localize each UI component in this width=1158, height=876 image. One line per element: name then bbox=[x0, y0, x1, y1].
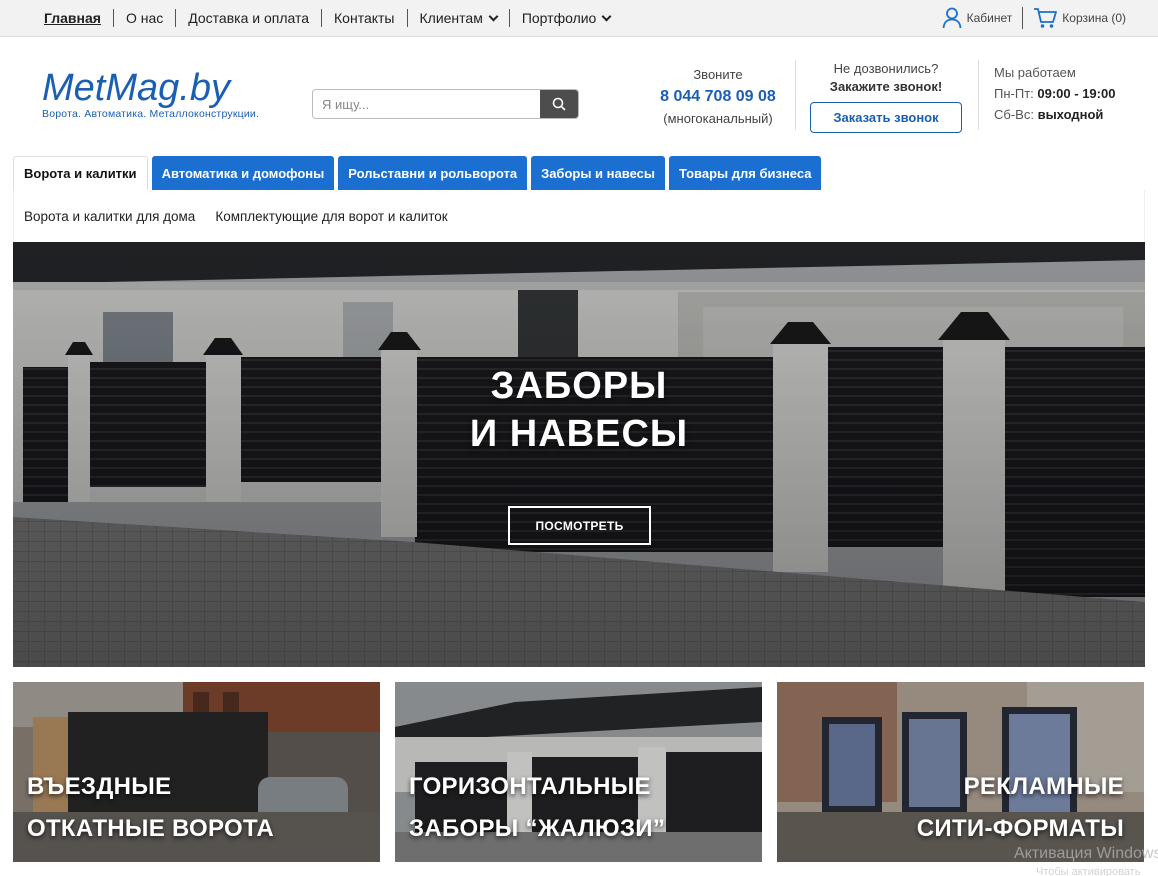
divider bbox=[978, 60, 979, 130]
nav-link-label: Доставка и оплата bbox=[188, 10, 310, 26]
phone-block: Звоните 8 044 708 09 08 (многоканальный) bbox=[648, 64, 788, 130]
chevron-down-icon bbox=[601, 11, 612, 21]
chevron-down-icon bbox=[488, 11, 499, 21]
nav-link-label: Главная bbox=[44, 10, 101, 26]
promo-card-title: РЕКЛАМНЫЕ СИТИ-ФОРМАТЫ bbox=[917, 766, 1124, 850]
phone-number-link[interactable]: 8 044 708 09 08 bbox=[660, 88, 776, 105]
nav-link-delivery[interactable]: Доставка и оплата bbox=[175, 9, 321, 27]
promo-card-title-line: ВЪЕЗДНЫЕ bbox=[27, 773, 172, 800]
hero-title: ЗАБОРЫ И НАВЕСЫ bbox=[13, 362, 1145, 458]
callback-question: Не дозвонились? bbox=[833, 61, 939, 76]
cart-link[interactable]: Корзина (0) bbox=[1023, 7, 1126, 29]
hero-title-line: ЗАБОРЫ bbox=[490, 365, 668, 407]
callback-prompt: Закажите звонок! bbox=[829, 79, 943, 94]
tab-fences[interactable]: Заборы и навесы bbox=[531, 156, 665, 190]
nav-link-label: Портфолио bbox=[521, 10, 597, 26]
nav-link-label: Контакты bbox=[334, 10, 395, 26]
hours-label: Пн-Пт: bbox=[994, 86, 1034, 101]
promo-card-title-line: ЗАБОРЫ “ЖАЛЮЗИ” bbox=[409, 815, 666, 842]
search-button[interactable] bbox=[540, 90, 578, 118]
promo-card-sliding-gates[interactable]: ВЪЕЗДНЫЕ ОТКАТНЫЕ ВОРОТА bbox=[13, 682, 380, 862]
nav-link-contacts[interactable]: Контакты bbox=[321, 9, 406, 27]
promo-card-city-formats[interactable]: РЕКЛАМНЫЕ СИТИ-ФОРМАТЫ bbox=[777, 682, 1144, 862]
phone-caption: Звоните bbox=[693, 67, 743, 82]
hours-value: 09:00 - 19:00 bbox=[1037, 86, 1116, 101]
hero-title-line: И НАВЕСЫ bbox=[469, 413, 689, 455]
promo-card-louvre-fences[interactable]: ГОРИЗОНТАЛЬНЫЕ ЗАБОРЫ “ЖАЛЮЗИ” bbox=[395, 682, 762, 862]
phone-note: (многоканальный) bbox=[663, 111, 773, 126]
user-icon bbox=[942, 7, 962, 29]
promo-card-title: ГОРИЗОНТАЛЬНЫЕ ЗАБОРЫ “ЖАЛЮЗИ” bbox=[409, 766, 665, 850]
view-button[interactable]: ПОСМОТРЕТЬ bbox=[508, 506, 651, 545]
hours-label: Сб-Вс: bbox=[994, 107, 1034, 122]
nav-link-label: О нас bbox=[125, 10, 164, 26]
order-call-button[interactable]: Заказать звонок bbox=[810, 102, 962, 133]
account-links: Кабинет Корзина (0) bbox=[942, 0, 1126, 36]
cart-icon bbox=[1034, 8, 1058, 28]
os-activation-watermark: Активация Windows bbox=[1014, 845, 1158, 862]
nav-dropdown-clients[interactable]: Клиентам bbox=[406, 9, 509, 27]
tab-gates[interactable]: Ворота и калитки bbox=[13, 156, 148, 190]
hours-title: Мы работаем bbox=[994, 65, 1076, 80]
divider bbox=[795, 60, 796, 130]
search-box bbox=[312, 89, 579, 119]
promo-card-title-line: ОТКАТНЫЕ ВОРОТА bbox=[27, 815, 275, 842]
nav-dropdown-portfolio[interactable]: Портфолио bbox=[508, 9, 623, 27]
nav-link-label: Клиентам bbox=[419, 10, 483, 26]
nav-link-home[interactable]: Главная bbox=[32, 9, 113, 27]
hours-value: выходной bbox=[1037, 107, 1104, 122]
logo-wordmark: MetMag.by bbox=[42, 67, 230, 109]
cabinet-link[interactable]: Кабинет bbox=[942, 7, 1024, 29]
category-tabs: Ворота и калитки Автоматика и домофоны Р… bbox=[13, 156, 825, 190]
tab-business[interactable]: Товары для бизнеса bbox=[668, 156, 822, 190]
promo-card-title: ВЪЕЗДНЫЕ ОТКАТНЫЕ ВОРОТА bbox=[27, 766, 274, 850]
hours-weekend: Сб-Вс: выходной bbox=[994, 104, 1144, 125]
promo-card-title-line: ГОРИЗОНТАЛЬНЫЕ bbox=[409, 773, 651, 800]
search-input[interactable] bbox=[313, 90, 540, 118]
hours-weekdays: Пн-Пт: 09:00 - 19:00 bbox=[994, 83, 1144, 104]
search-icon bbox=[552, 97, 566, 111]
top-navigation: Главная О нас Доставка и оплата Контакты… bbox=[32, 0, 622, 36]
cabinet-label: Кабинет bbox=[966, 11, 1013, 25]
top-bar: Главная О нас Доставка и оплата Контакты… bbox=[0, 0, 1158, 37]
working-hours: Мы работаем Пн-Пт: 09:00 - 19:00 Сб-Вс: … bbox=[994, 62, 1144, 125]
subcategory-bar: Ворота и калитки для дома Комплектующие … bbox=[13, 190, 1145, 242]
os-activation-watermark-subtext: Чтобы активировать bbox=[1036, 866, 1141, 876]
nav-link-about[interactable]: О нас bbox=[112, 9, 175, 27]
subcategory-link[interactable]: Ворота и калитки для дома bbox=[24, 209, 195, 224]
tab-automation[interactable]: Автоматика и домофоны bbox=[151, 156, 335, 190]
hero-banner[interactable]: ЗАБОРЫ И НАВЕСЫ ПОСМОТРЕТЬ bbox=[13, 242, 1145, 667]
subcategory-link[interactable]: Комплектующие для ворот и калиток bbox=[215, 209, 447, 224]
site-logo[interactable]: MetMag.by Ворота. Автоматика. Металлокон… bbox=[42, 67, 272, 126]
callback-block: Не дозвонились? Закажите звонок! Заказат… bbox=[806, 60, 966, 133]
tab-shutters[interactable]: Рольставни и рольворота bbox=[338, 156, 528, 190]
cart-label: Корзина (0) bbox=[1062, 11, 1126, 25]
promo-card-title-line: РЕКЛАМНЫЕ bbox=[963, 773, 1124, 800]
logo-tagline: Ворота. Автоматика. Металлоконструкции. bbox=[42, 108, 260, 120]
promo-card-title-line: СИТИ-ФОРМАТЫ bbox=[916, 815, 1124, 842]
